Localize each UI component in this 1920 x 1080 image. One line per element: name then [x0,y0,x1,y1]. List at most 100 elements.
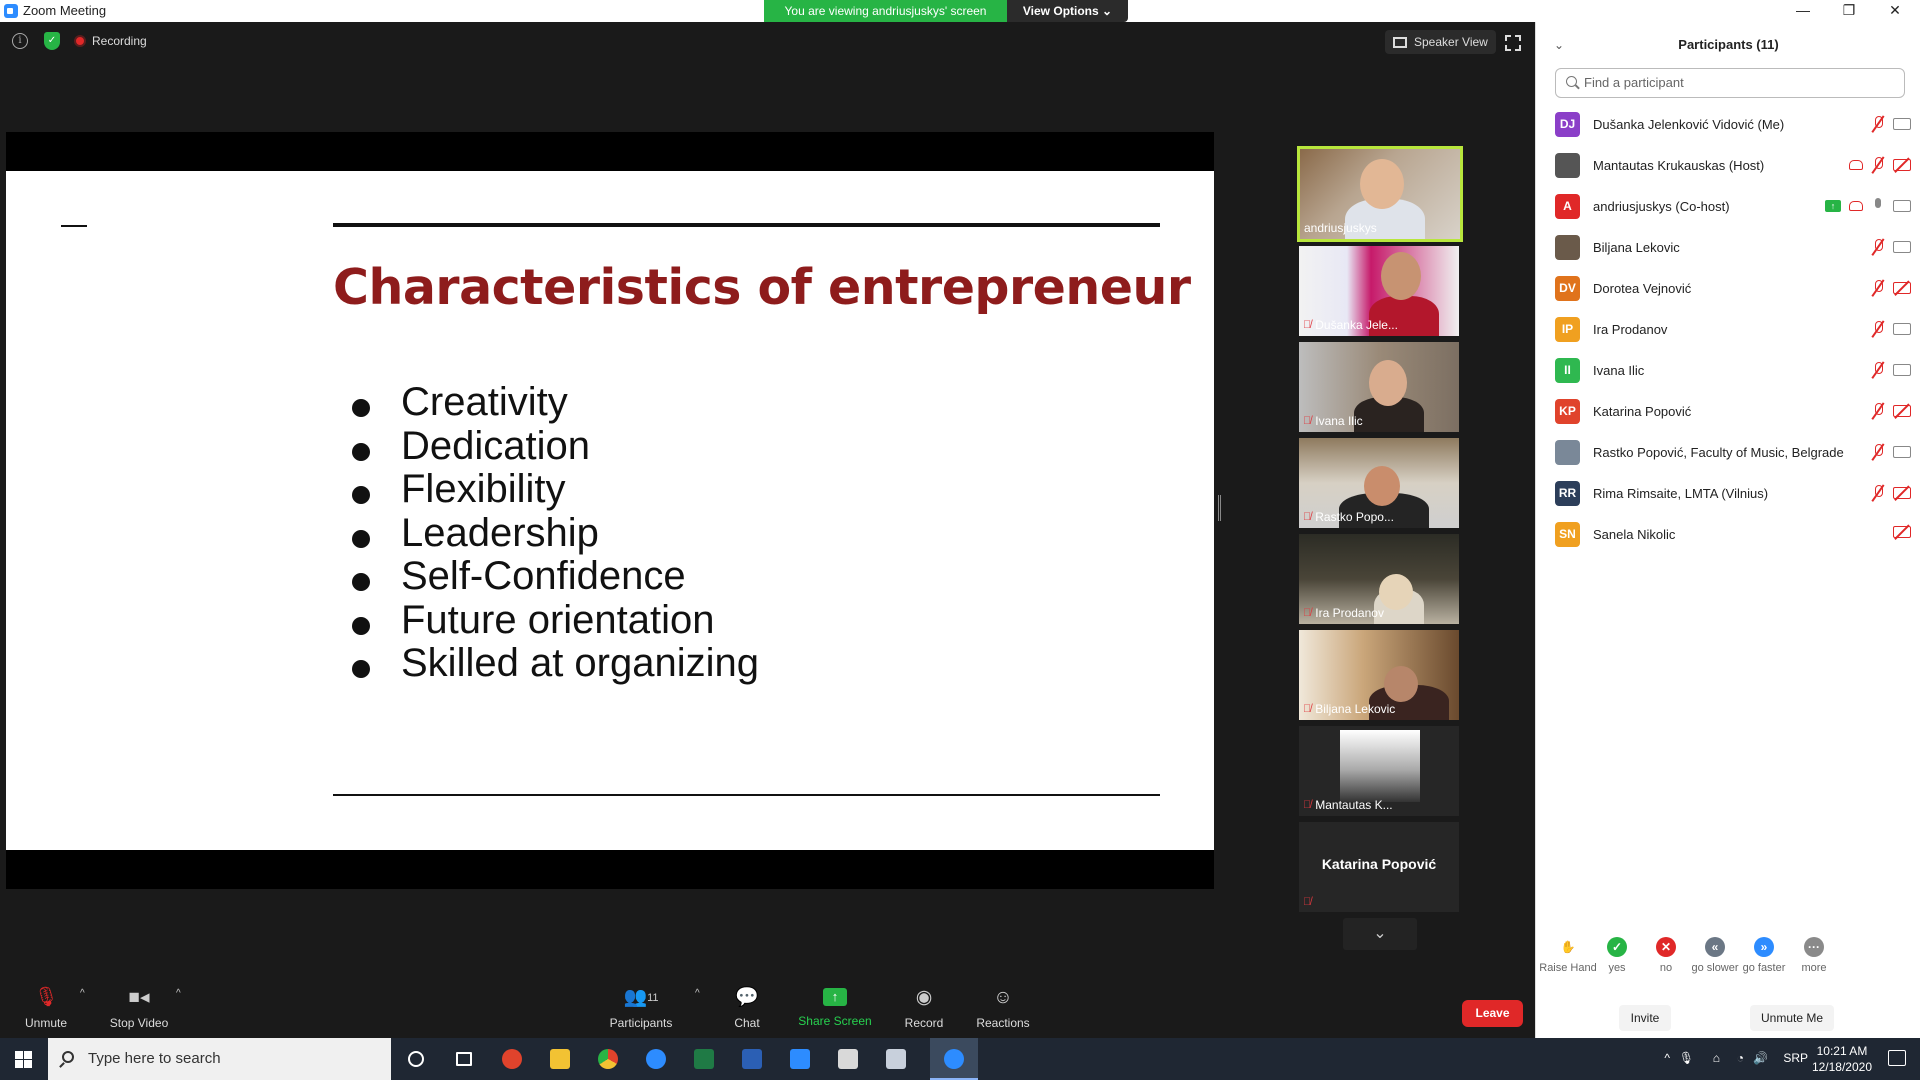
taskbar-search-input[interactable]: Type here to search [48,1038,391,1080]
search-icon [62,1051,74,1063]
shield-icon[interactable]: ✓ [44,32,60,50]
video-camera-icon: ■◂ [128,987,150,1008]
network-icon[interactable]: ⌂ [1713,1051,1720,1065]
bullet-item: Leadership [352,511,759,556]
slide-title: Characteristics of entrepreneur [333,259,1191,316]
reactions-button[interactable]: ☺ Reactions [974,978,1032,1038]
participant-face [1381,252,1421,300]
word-icon[interactable] [728,1038,776,1080]
video-thumbnail[interactable]: 🎙̸ Rastko Popo... [1299,438,1459,528]
volume-icon[interactable]: 🔊 [1753,1051,1768,1065]
participant-row[interactable]: II Ivana Ilic [1536,350,1920,391]
app-icon[interactable] [872,1038,920,1080]
chat-button[interactable]: 💬 Chat [725,978,769,1038]
participant-search-input[interactable]: Find a participant [1555,68,1905,98]
participant-row[interactable]: Mantautas Krukauskas (Host) [1536,145,1920,186]
participant-row[interactable]: Aandriusjuskys (Co-host) ↑ [1536,186,1920,227]
mic-off-icon [1871,116,1885,132]
notification-icon[interactable] [1888,1050,1906,1066]
language-indicator[interactable]: SRP [1783,1051,1808,1065]
video-thumbnail[interactable]: andriusjuskys [1297,146,1463,242]
video-off-icon [1893,526,1911,538]
thumbnail-name-label: Dušanka Jele... [1315,318,1398,332]
unmute-button[interactable]: 🎙 Unmute [18,978,74,1038]
participant-row[interactable]: IP Ira Prodanov [1536,309,1920,350]
participant-row[interactable]: SN Sanela Nikolic [1536,514,1920,555]
mic-off-icon: 🎙̸ [1303,607,1312,619]
participant-status-icons [1871,444,1911,460]
shared-screen: Characteristics of entrepreneur Creativi… [6,132,1214,889]
task-view-icon[interactable] [440,1038,488,1080]
video-thumbnail[interactable]: 🎙̸ Dušanka Jele... [1299,246,1459,336]
thumbnail-scroll-down-button[interactable]: ⌄ [1343,918,1417,950]
minimize-button[interactable]: — [1780,0,1826,22]
file-explorer-icon[interactable] [536,1038,584,1080]
unmute-me-button[interactable]: Unmute Me [1750,1005,1834,1031]
participant-name: Ira Prodanov [1593,322,1668,337]
reaction-icon: » [1754,937,1774,957]
recording-indicator[interactable]: Recording [74,30,147,52]
participant-face [1384,666,1418,702]
store-icon[interactable] [776,1038,824,1080]
stop-video-button[interactable]: ■◂ Stop Video [104,978,174,1038]
avatar [1555,153,1580,178]
snipping-tool-icon[interactable] [488,1038,536,1080]
mic-off-icon [1871,403,1885,419]
participant-row[interactable]: DV Dorotea Vejnović [1536,268,1920,309]
mic-off-icon [1871,280,1885,296]
participants-count: 11 [647,992,659,1004]
participant-row[interactable]: RR Rima Rimsaite, LMTA (Vilnius) [1536,473,1920,514]
participant-row[interactable]: DJ Dušanka Jelenković Vidović (Me) [1536,104,1920,145]
participants-options-caret[interactable]: ^ [689,978,701,1038]
audio-options-caret[interactable]: ^ [74,978,86,1038]
video-thumbnail[interactable]: Katarina Popović 🎙̸ [1299,822,1459,912]
video-thumbnail[interactable]: 🎙̸ Biljana Lekovic [1299,630,1459,720]
reaction-icon: ✕ [1656,937,1676,957]
info-icon[interactable]: i [12,33,28,49]
reaction-more-button[interactable]: ··· more [1784,937,1844,974]
windows-start-button[interactable] [0,1038,46,1080]
chrome-icon[interactable] [584,1038,632,1080]
participant-row[interactable]: Biljana Lekovic [1536,227,1920,268]
bullet-item: Future orientation [352,598,759,643]
view-options-button[interactable]: View Options ⌄ [1007,0,1128,22]
windows-taskbar: Type here to search ^ 🎙 ⌂ ◔ 🔊 SRP 10:21 … [0,1038,1920,1080]
mic-off-icon: 🎙̸ [1303,896,1312,908]
mic-off-icon: 🎙̸ [1303,511,1312,523]
app-icon[interactable] [824,1038,872,1080]
resize-handle[interactable] [1218,495,1221,521]
record-button[interactable]: ◉ Record [898,978,950,1038]
restore-button[interactable]: ❐ [1826,0,1872,22]
clock[interactable]: 10:21 AM 12/18/2020 [1812,1043,1872,1075]
record-label: Record [904,1016,944,1030]
video-thumbnail[interactable]: 🎙̸ Ivana Ilic [1299,342,1459,432]
task-view-cortana-icon[interactable] [392,1038,440,1080]
video-options-caret[interactable]: ^ [170,978,182,1038]
excel-icon[interactable] [680,1038,728,1080]
participants-button[interactable]: 👥11 Participants [606,978,676,1038]
avatar [1555,440,1580,465]
reaction-icon: ✋ [1558,937,1578,957]
chevron-up-icon[interactable]: ^ [1664,1051,1670,1065]
invite-button[interactable]: Invite [1619,1005,1671,1031]
fullscreen-icon[interactable] [1505,35,1521,51]
edge-icon[interactable] [632,1038,680,1080]
participant-name: andriusjuskys (Co-host) [1593,199,1730,214]
mic-off-icon: 🎙̸ [1303,319,1312,331]
reaction-label: go slower [1691,962,1739,974]
zoom-taskbar-icon[interactable] [930,1038,978,1080]
mic-off-icon [1871,239,1885,255]
leave-button[interactable]: Leave [1462,1000,1523,1027]
video-off-icon [1893,282,1911,294]
microphone-icon[interactable]: 🎙 [1679,1051,1694,1065]
thumbnail-name-label: Rastko Popo... [1315,510,1394,524]
share-screen-button[interactable]: ↑ Share Screen [795,978,875,1038]
video-thumbnail[interactable]: 🎙̸ Mantautas K... [1299,726,1459,816]
close-button[interactable]: ✕ [1872,0,1918,22]
speaker-view-button[interactable]: Speaker View [1385,30,1496,54]
mic-off-icon [1871,157,1885,173]
participant-row[interactable]: KP Katarina Popović [1536,391,1920,432]
wifi-icon[interactable]: ◔ [1737,1051,1744,1065]
participant-row[interactable]: Rastko Popović, Faculty of Music, Belgra… [1536,432,1920,473]
video-thumbnail[interactable]: 🎙̸ Ira Prodanov [1299,534,1459,624]
